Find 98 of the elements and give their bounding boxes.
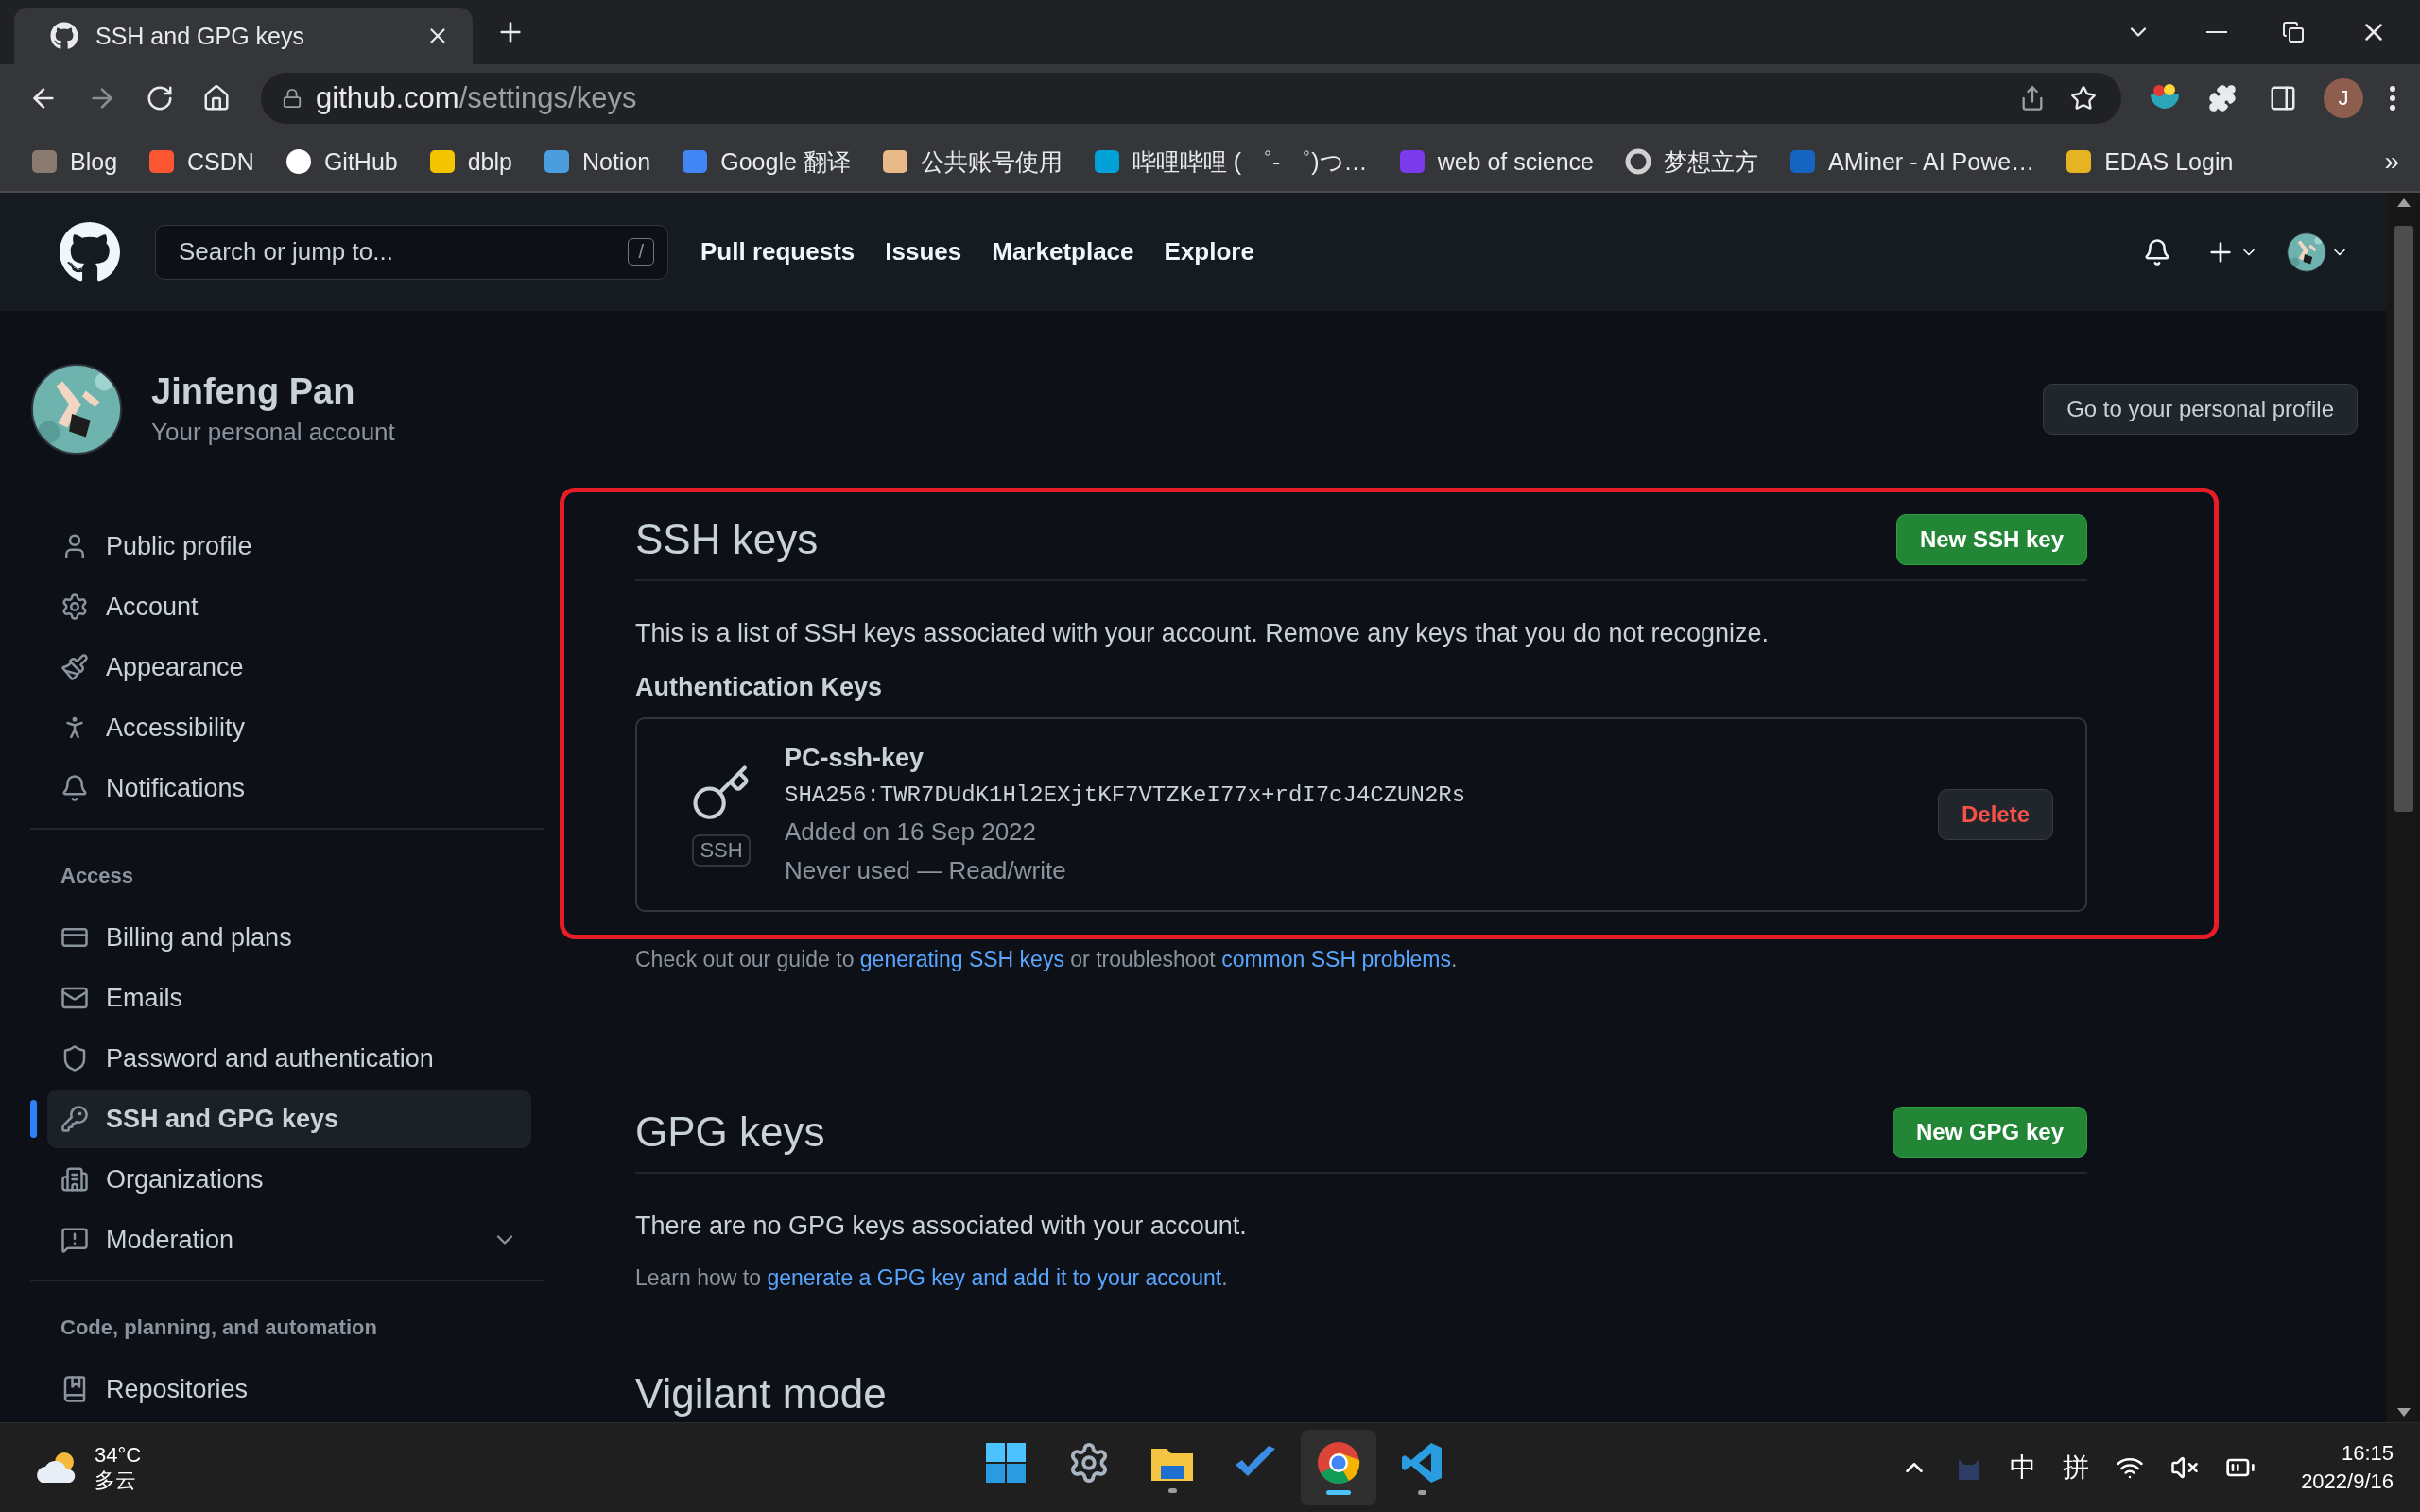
bookmark-link[interactable]: GitHub <box>284 147 398 176</box>
bookmark-link[interactable]: 哔哩哔哩 ( ゜- ゜)つ… <box>1092 146 1368 178</box>
key-type-label: SSH <box>692 834 751 867</box>
side-panel-icon <box>2269 84 2297 112</box>
sidebar-item[interactable]: Notifications <box>47 759 531 817</box>
key-name: PC-ssh-key <box>785 744 925 773</box>
description-text: This is a list of SSH keys associated with your account. Remove any keys that you do not recognize. <box>635 619 1771 648</box>
input-method-indicator[interactable]: 拼 <box>2063 1450 2090 1486</box>
nav-link[interactable]: Marketplace <box>992 237 1134 266</box>
favicon-icon <box>880 147 909 176</box>
profile-button[interactable]: J <box>2324 78 2363 118</box>
sidebar-item[interactable]: Public profile <box>47 517 531 576</box>
sidebar-item[interactable]: Appearance <box>47 638 531 696</box>
restore-icon <box>2282 21 2305 43</box>
new-gpg-key-button[interactable]: New GPG key <box>1892 1107 2087 1158</box>
key-added-date: Added on 16 Sep 2022 <box>785 817 1038 847</box>
star-icon <box>2070 85 2097 112</box>
profile-button[interactable]: Go to your personal profile <box>2043 384 2358 435</box>
bookmark-link[interactable]: web of science <box>1397 147 1594 176</box>
favicon-icon <box>542 147 571 176</box>
puzzle-icon <box>2208 84 2237 112</box>
favicon-icon <box>2065 147 2094 176</box>
help-link[interactable]: generate a GPG key and add it to your account <box>767 1265 1222 1290</box>
sidebar-item[interactable]: Organizations <box>47 1150 531 1209</box>
lock-icon <box>282 88 302 109</box>
sidebar-item[interactable]: Repositories <box>47 1360 531 1418</box>
nav-link[interactable]: Pull requests <box>700 237 856 266</box>
subheading: Authentication Keys <box>635 673 884 702</box>
nav-link[interactable]: Issues <box>885 237 962 266</box>
clock[interactable]: 16:15 2022/9/16 <box>2301 1439 2394 1496</box>
chrome-icon <box>1317 1440 1360 1485</box>
favicon-icon <box>681 147 710 176</box>
weather-widget[interactable]: 34°C 多云 <box>34 1441 968 1494</box>
bookmark-link[interactable]: dblp <box>427 147 512 176</box>
section-title: GPG keys <box>635 1108 825 1156</box>
speech-bubble-icon <box>60 1226 89 1254</box>
sidebar-item[interactable]: Emails <box>47 969 531 1027</box>
shortcut-key: / <box>628 238 654 266</box>
key-icon <box>60 1105 89 1133</box>
section-title: SSH keys <box>635 516 819 563</box>
selection-bar <box>30 1100 37 1138</box>
new-ssh-key-button[interactable]: New SSH key <box>1895 514 2087 565</box>
bell-icon <box>2143 237 2171 266</box>
account-type: Your personal account <box>151 418 395 447</box>
favicon-icon <box>147 147 177 176</box>
bookmark-link[interactable]: Notion <box>542 147 651 176</box>
key-usage: Never used — Read/write <box>785 856 1067 885</box>
menu-icon <box>2390 86 2395 111</box>
scrollbar[interactable] <box>2387 193 2420 1422</box>
sidebar-item[interactable]: Billing and plans <box>47 908 531 967</box>
github-logo-icon <box>50 22 78 50</box>
guide-text: Check out our guide to generating SSH keys or troubleshoot common SSH problems. <box>635 947 1459 972</box>
favicon-icon <box>1624 147 1652 176</box>
bell-icon <box>60 774 89 802</box>
sidebar-item[interactable]: Password and authentication <box>47 1029 531 1088</box>
paintbrush-icon <box>60 653 89 681</box>
code-editor-icon <box>1400 1440 1443 1485</box>
more-bookmarks-button[interactable]: » <box>2384 146 2399 177</box>
sidebar-item[interactable]: Account <box>47 577 531 636</box>
github-logo-icon[interactable] <box>59 220 121 284</box>
user-name: Jinfeng Pan <box>151 371 356 412</box>
gear-icon <box>60 593 89 621</box>
taskbar-app-button[interactable] <box>1301 1430 1376 1505</box>
sidebar-item[interactable]: SSH and GPG keys <box>47 1090 531 1148</box>
empty-state-text: There are no GPG keys associated with your account. <box>635 1211 1248 1241</box>
bookmark-link[interactable]: Google 翻译 <box>681 146 851 178</box>
guide-link[interactable]: generating SSH keys <box>859 947 1064 971</box>
favicon-icon <box>284 147 313 176</box>
sidebar-heading: Access <box>60 863 135 889</box>
favicon-icon <box>427 147 457 176</box>
sidebar-heading: Code, planning, and automation <box>60 1314 378 1341</box>
help-text: Learn how to generate a GPG key and add it to your account. <box>635 1265 1229 1291</box>
bookmark-link[interactable]: AMiner - AI Powe… <box>1789 147 2035 176</box>
bookmark-link[interactable]: CSDN <box>147 147 254 176</box>
bookmark-link[interactable]: 公共账号使用 <box>880 146 1063 178</box>
address-bar[interactable]: github.com/settings/keys <box>261 73 2121 124</box>
sidebar-item[interactable]: Accessibility <box>47 698 531 757</box>
favicon-icon <box>30 147 59 176</box>
section-title: Vigilant mode <box>635 1370 888 1418</box>
minimize-icon <box>2206 31 2227 33</box>
bookmark-link[interactable]: 梦想立方 <box>1624 146 1758 178</box>
nav-link[interactable]: Explore <box>1164 237 1254 266</box>
home-icon <box>202 84 231 112</box>
guide-link[interactable]: common SSH problems <box>1221 947 1451 971</box>
bookmark-link[interactable]: Blog <box>30 147 118 176</box>
key-fingerprint: SHA256:TWR7DUdK1Hl2EXjtKF7VTZKeI77x+rdI7cJ4CZUN2Rs <box>785 782 1467 808</box>
browser-tab[interactable]: SSH and GPG keys <box>14 8 473 64</box>
sidebar-item[interactable]: Moderation <box>47 1211 531 1269</box>
delete-button[interactable]: Delete <box>1937 789 2053 840</box>
windows-icon <box>985 1441 1027 1484</box>
favicon-icon <box>1092 147 1121 176</box>
input-method-indicator[interactable]: 中 <box>2010 1450 2037 1486</box>
reload-icon <box>146 84 174 112</box>
search-field[interactable]: Search or jump to... / <box>155 224 668 280</box>
bookmark-link[interactable]: EDAS Login <box>2065 147 2234 176</box>
favicon-icon <box>1789 147 1817 176</box>
building-icon <box>60 1165 89 1194</box>
favicon-icon <box>1397 147 1426 176</box>
